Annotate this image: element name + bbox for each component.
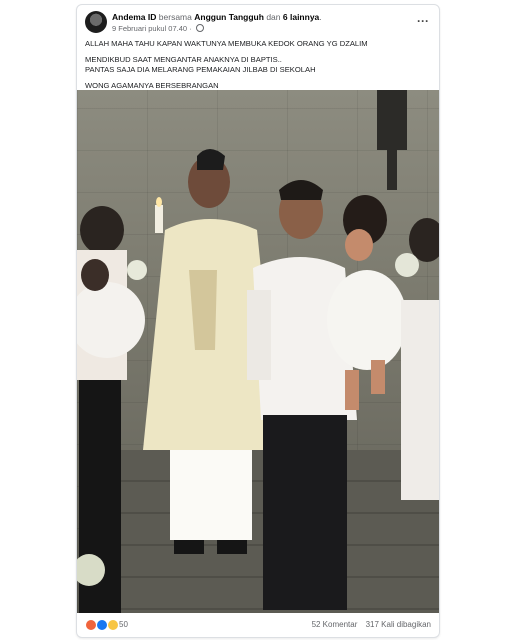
others-link[interactable]: 6 lainnya xyxy=(283,12,319,22)
tagged-name[interactable]: Anggun Tangguh xyxy=(194,12,264,22)
post-author-line: Andema ID bersama Anggun Tangguh dan 6 l… xyxy=(112,12,322,22)
author-name[interactable]: Andema ID xyxy=(112,12,156,22)
haha-icon xyxy=(107,619,120,631)
photo-people-illustration xyxy=(77,90,439,613)
post-text: ALLAH MAHA TAHU KAPAN WAKTUNYA MEMBUKA K… xyxy=(85,39,431,91)
post-line-2: MENDIKBUD SAAT MENGANTAR ANAKNYA DI BAPT… xyxy=(85,55,282,64)
facebook-post-card: Andema ID bersama Anggun Tangguh dan 6 l… xyxy=(76,4,440,638)
comment-count[interactable]: 52 Komentar xyxy=(312,620,358,629)
post-stats-bar: 50 52 Komentar 317 Kali dibagikan xyxy=(85,619,431,633)
post-meta: 9 Februari pukul 07.40 · xyxy=(112,24,204,33)
like-icon xyxy=(96,619,109,631)
share-count[interactable]: 317 Kali dibagikan xyxy=(366,620,431,629)
post-header: Andema ID bersama Anggun Tangguh dan 6 l… xyxy=(85,11,431,37)
and-text: dan xyxy=(266,12,281,22)
with-text: bersama xyxy=(158,12,192,22)
more-horizontal-icon[interactable]: ··· xyxy=(417,15,429,27)
post-line-3: PANTAS SAJA DIA MELARANG PEMAKAIAN JILBA… xyxy=(85,65,316,74)
engagement-counts: 52 Komentar 317 Kali dibagikan xyxy=(312,620,431,629)
post-timestamp[interactable]: 9 Februari pukul 07.40 xyxy=(112,24,187,33)
post-line-1: ALLAH MAHA TAHU KAPAN WAKTUNYA MEMBUKA K… xyxy=(85,39,368,48)
reaction-count[interactable]: 50 xyxy=(119,620,128,629)
globe-icon xyxy=(195,24,204,32)
author-avatar[interactable] xyxy=(85,11,107,33)
angry-icon xyxy=(85,619,97,631)
post-photo[interactable] xyxy=(77,90,439,613)
reaction-icons[interactable] xyxy=(85,619,120,631)
